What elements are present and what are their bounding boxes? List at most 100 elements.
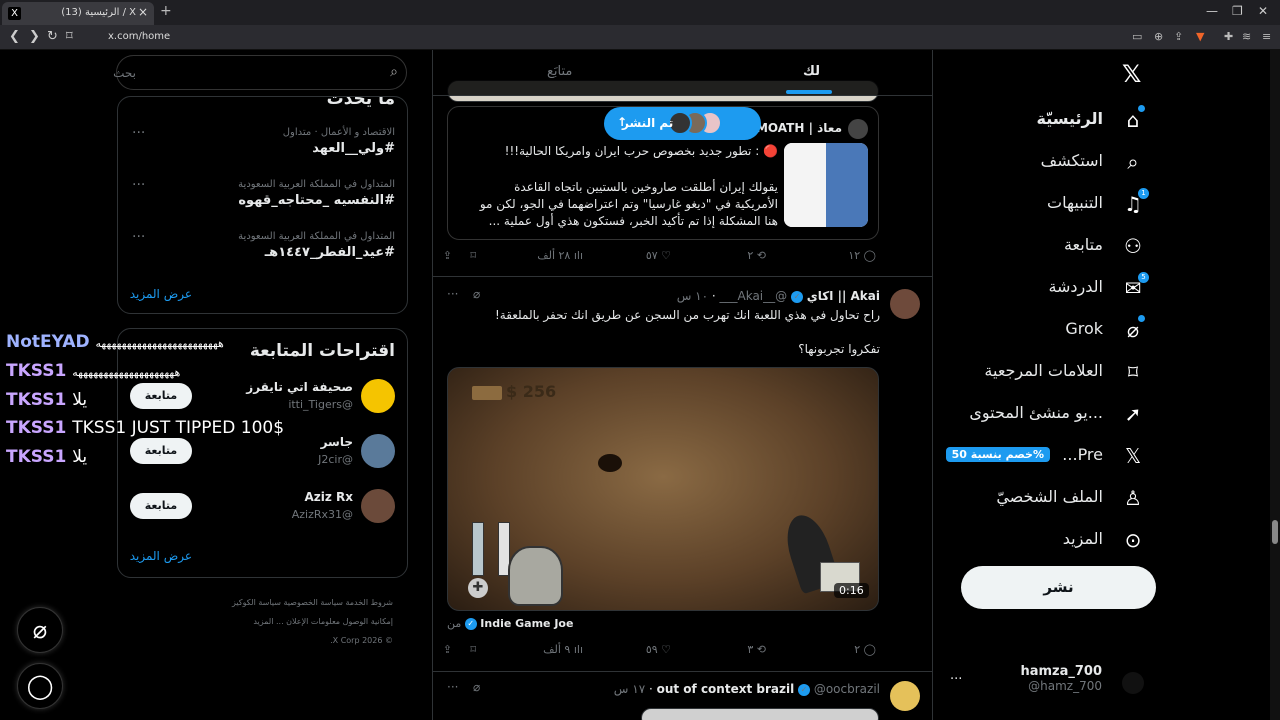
- grok-floating-icon[interactable]: ⌀: [17, 607, 63, 653]
- profile-icon: ♙: [1124, 486, 1142, 510]
- more-options-icon[interactable]: ···: [132, 125, 145, 141]
- reply-button[interactable]: ◯ ١٢: [848, 249, 876, 262]
- search-input[interactable]: ⌕ بحث: [113, 55, 407, 90]
- tweet-header[interactable]: Akai || اكاي ✓ @__Akai___ · ١٠ س: [677, 289, 880, 303]
- scrollbar-thumb[interactable]: [1272, 520, 1278, 544]
- post-button[interactable]: نشر: [961, 566, 1156, 609]
- verified-icon: ✓: [790, 290, 803, 303]
- footer-line[interactable]: إمكانية الوصول معلومات الإعلان ... المزي…: [153, 612, 393, 631]
- bookmark-page-icon[interactable]: ⌑: [66, 29, 73, 44]
- like-button[interactable]: ♡ ٥٧: [646, 249, 671, 262]
- bookmark-tweet-icon[interactable]: ⌑: [470, 249, 476, 262]
- avatar[interactable]: [890, 681, 920, 711]
- views-count[interactable]: ılı ٢٨ ألف: [537, 249, 583, 262]
- extensions-icon[interactable]: ✚: [1224, 30, 1233, 43]
- tweet-header[interactable]: out of context brazil ✓ @oocbrazil · ١٧ …: [614, 682, 880, 696]
- more-options-icon[interactable]: ···: [447, 680, 458, 694]
- nav-home[interactable]: ⌂ الرئيسيّة: [945, 105, 1145, 136]
- grok-icon[interactable]: ⌀: [473, 680, 480, 694]
- like-button[interactable]: ♡ ٥٩: [646, 643, 671, 656]
- share-icon[interactable]: ⇪: [1174, 30, 1183, 43]
- nav-label: Pre...: [1062, 445, 1103, 464]
- video-source[interactable]: من ✓ Indie Game Joe: [447, 617, 573, 630]
- close-tab-icon[interactable]: ×: [138, 5, 148, 19]
- suggestion-name: Aziz Rx: [304, 490, 353, 504]
- tab-following[interactable]: متابَع: [547, 64, 572, 79]
- dot-badge: [1138, 105, 1145, 112]
- follow-suggestion[interactable]: صحيفة اتي تايقرز @itti_Tigers متابعة: [130, 377, 395, 417]
- nav-profile[interactable]: ♙ الملف الشخصيّ: [945, 484, 1145, 514]
- dot-badge: [1138, 315, 1145, 322]
- tweet-handle[interactable]: @oocbrazil: [814, 682, 880, 696]
- url-field[interactable]: x.com/home: [88, 28, 1118, 47]
- tweet-author[interactable]: Akai || اكاي: [807, 289, 880, 303]
- brave-shield-icon[interactable]: ▼: [1196, 30, 1204, 43]
- follow-suggestion[interactable]: Aziz Rx @AzizRx31 متابعة: [130, 487, 395, 527]
- grok-icon[interactable]: ⌀: [473, 287, 480, 301]
- tweet-handle[interactable]: @__Akai___: [720, 289, 788, 303]
- browser-tab[interactable]: X (13) الرئيسية / X ×: [2, 2, 154, 25]
- close-window-icon[interactable]: ✕: [1258, 4, 1268, 18]
- tweet-video[interactable]: 256 $ ✚ 0:16: [447, 367, 879, 611]
- maximize-icon[interactable]: ❐: [1232, 4, 1243, 18]
- x-logo-icon[interactable]: 𝕏: [1122, 60, 1141, 88]
- reload-icon[interactable]: ↻: [47, 29, 58, 44]
- nav-follow[interactable]: ⚇ متابعة: [945, 232, 1145, 262]
- share-tweet-icon[interactable]: ⇪: [443, 643, 452, 656]
- source-account[interactable]: Indie Game Joe: [480, 617, 573, 630]
- tweet-media[interactable]: [641, 708, 879, 720]
- page-scrollbar[interactable]: [1270, 50, 1280, 720]
- new-posts-pill[interactable]: ↑ تم النشر: [604, 107, 761, 140]
- follow-button[interactable]: متابعة: [130, 438, 192, 464]
- nav-chat[interactable]: ✉ 5 الدردشة: [945, 272, 1149, 304]
- trend-item[interactable]: الاقتصاد و الأعمال · متداول #ولي__العهد: [130, 127, 395, 156]
- follow-suggestion[interactable]: جاسر @J2cir متابعة: [130, 432, 395, 472]
- trends-show-more[interactable]: عرض المزيد: [130, 287, 192, 301]
- forward-icon[interactable]: ❯: [29, 29, 40, 44]
- footer-line[interactable]: شروط الخدمة سياسة الخصوصية سياسة الكوكيز: [153, 593, 393, 612]
- nav-notifications[interactable]: ♫ 1 التنبيهات: [945, 188, 1149, 220]
- trend-item[interactable]: المتداول في المملكة العربية السعودية #ال…: [130, 179, 395, 208]
- nav-label: الرئيسيّة: [1036, 109, 1104, 128]
- nav-premium[interactable]: 𝕏 Pre... %خصم بنسبة 50: [945, 442, 1145, 472]
- retweet-button[interactable]: ⟲ ٢: [747, 249, 766, 262]
- messages-floating-icon[interactable]: ◯: [17, 663, 63, 709]
- avatar[interactable]: [890, 289, 920, 319]
- nav-creator-studio[interactable]: ➚ ...يو منشئ المحتوى: [945, 400, 1145, 430]
- menu-icon[interactable]: ≡: [1262, 30, 1271, 43]
- back-icon[interactable]: ❮: [9, 29, 20, 44]
- sidebar-icon[interactable]: ≋: [1242, 30, 1251, 43]
- tab-for-you[interactable]: لك: [803, 64, 820, 79]
- tweet[interactable]: Akai || اكاي ✓ @__Akai___ · ١٠ س ⌀ ··· ر…: [433, 276, 932, 672]
- chat-user: TKSS1: [6, 361, 67, 381]
- follow-button[interactable]: متابعة: [130, 493, 192, 519]
- reply-button[interactable]: ◯ ٢: [854, 643, 876, 656]
- tweet-time[interactable]: ١٧ س: [614, 682, 645, 696]
- new-tab-button[interactable]: +: [160, 3, 172, 19]
- views-count[interactable]: ılı ٩ ألف: [543, 643, 583, 656]
- footer-links[interactable]: شروط الخدمة سياسة الخصوصية سياسة الكوكيز…: [153, 593, 393, 650]
- follow-button[interactable]: متابعة: [130, 383, 192, 409]
- minimize-icon[interactable]: —: [1206, 4, 1218, 18]
- tweet-time[interactable]: ١٠ س: [677, 289, 708, 303]
- nav-grok[interactable]: ⌀ Grok: [945, 315, 1145, 346]
- more-options-icon[interactable]: ···: [132, 229, 145, 245]
- nav-more[interactable]: ⊙ المزيد: [945, 526, 1145, 556]
- account-options-icon[interactable]: ···: [950, 672, 962, 687]
- more-options-icon[interactable]: ···: [132, 177, 145, 193]
- more-options-icon[interactable]: ···: [447, 287, 458, 301]
- tweet[interactable]: out of context brazil ✓ @oocbrazil · ١٧ …: [433, 673, 932, 720]
- timeline: لك متابَع معاذ | MOATH 🔴 : تطور جديد بخص…: [432, 50, 933, 720]
- nav-bookmarks[interactable]: ⌑ العلامات المرجعية: [945, 358, 1145, 388]
- bookmark-tweet-icon[interactable]: ⌑: [470, 643, 476, 656]
- cast-icon[interactable]: ▭: [1132, 30, 1142, 43]
- share-tweet-icon[interactable]: ⇪: [443, 249, 452, 262]
- zoom-icon[interactable]: ⊕: [1154, 30, 1163, 43]
- quoted-thumbnail[interactable]: [784, 143, 868, 227]
- tweet-author[interactable]: out of context brazil: [657, 682, 795, 696]
- suggestion-handle: @J2cir: [318, 453, 353, 466]
- trend-item[interactable]: المتداول في المملكة العربية السعودية #عي…: [130, 231, 395, 260]
- nav-explore[interactable]: ⌕ استكشف: [945, 148, 1145, 178]
- follow-show-more[interactable]: عرض المزيد: [130, 549, 192, 563]
- retweet-button[interactable]: ⟲ ٣: [747, 643, 766, 656]
